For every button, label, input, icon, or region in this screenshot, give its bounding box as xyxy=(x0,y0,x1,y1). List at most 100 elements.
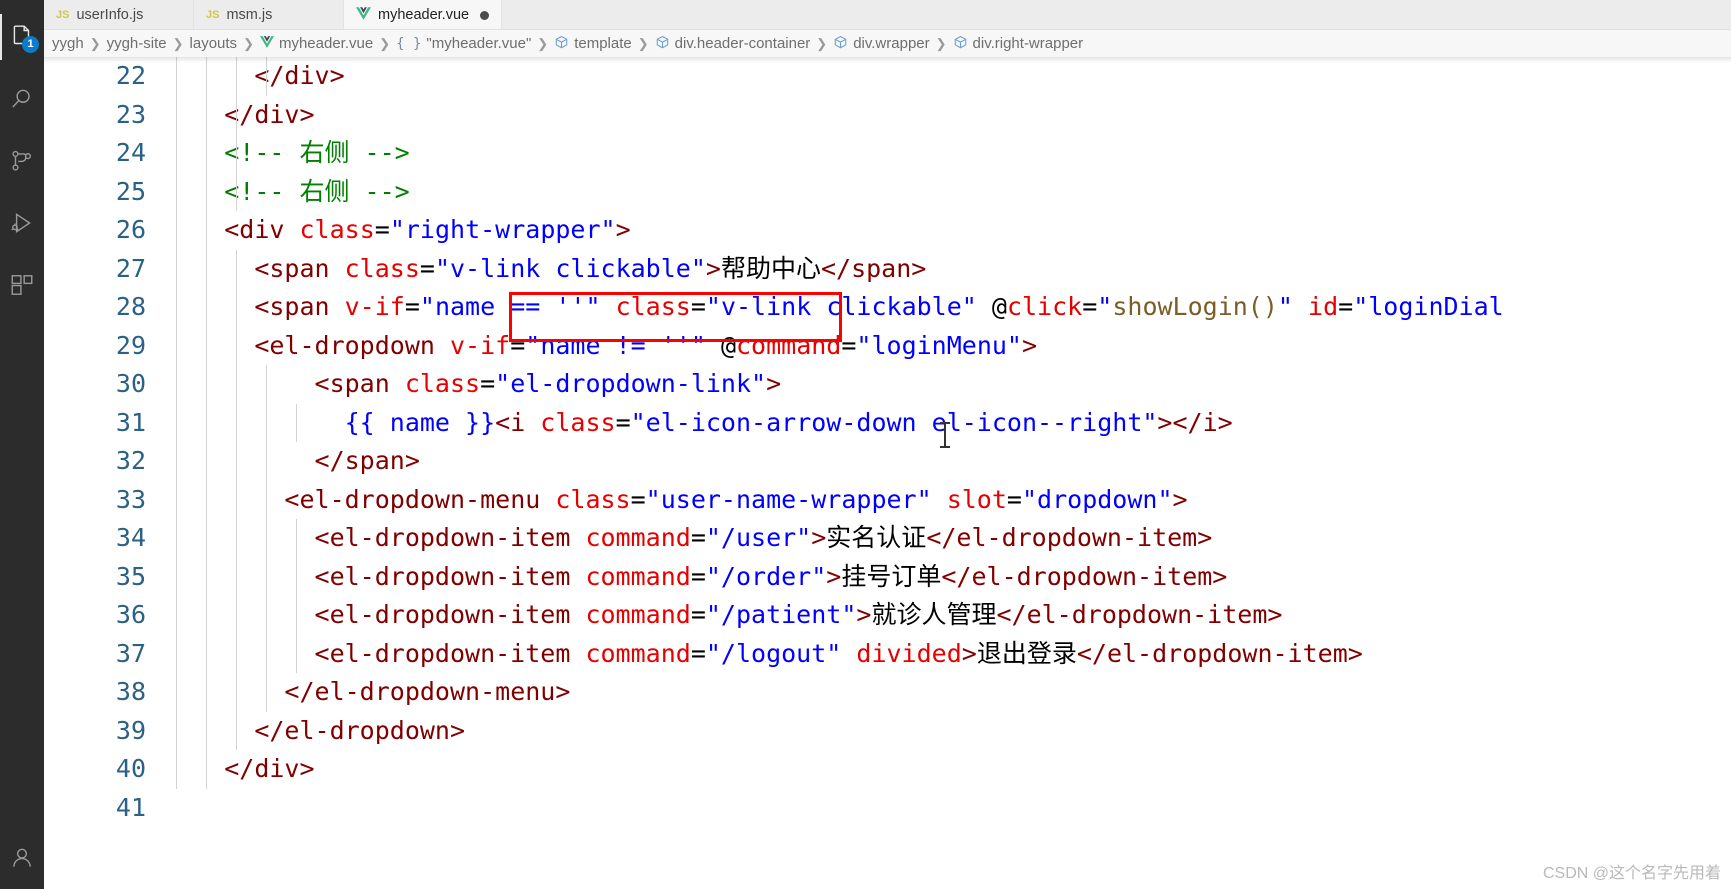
activity-bar-item-accounts[interactable] xyxy=(0,827,44,889)
indent-guide xyxy=(176,326,177,365)
code-token: "user-name-wrapper" xyxy=(645,484,932,514)
breadcrumb-item-div-right-wrapper[interactable]: div.right-wrapper xyxy=(953,35,1083,53)
code-token: v-if xyxy=(329,292,405,321)
code-line[interactable]: 26 <div class="right-wrapper"> xyxy=(44,211,1731,250)
code-token: = xyxy=(374,215,390,244)
indent-guide xyxy=(266,57,268,96)
code-line[interactable]: 36 <el-dropdown-item command="/patient">… xyxy=(44,596,1731,635)
indent-guide xyxy=(266,442,268,481)
code-line-text[interactable]: <el-dropdown v-if="name != ''" @command=… xyxy=(164,326,1731,365)
code-line-text[interactable]: <span v-if="name == ''" class="v-link cl… xyxy=(164,288,1731,327)
indent-guide xyxy=(176,211,177,250)
line-number: 32 xyxy=(115,446,146,475)
activity-bar-item-extensions[interactable] xyxy=(0,254,44,316)
line-number: 40 xyxy=(115,754,146,783)
tab-myheader-vue[interactable]: myheader.vue xyxy=(344,0,503,29)
code-token: <el-dropdown-item xyxy=(314,638,571,668)
line-number: 39 xyxy=(115,715,146,745)
code-lines[interactable]: 22 </div> 23 </div> 24 <!-- 右侧 --> 25 <!-- … xyxy=(44,57,1731,889)
code-line[interactable]: 38 </el-dropdown-menu> xyxy=(44,673,1731,712)
code-token: > xyxy=(615,215,631,244)
code-line[interactable]: 39 </el-dropdown> xyxy=(44,711,1731,750)
code-line[interactable]: 33 <el-dropdown-menu class="user-name-wr… xyxy=(44,480,1731,519)
breadcrumb-label: layouts xyxy=(189,35,238,52)
symbol-icon xyxy=(833,35,848,53)
code-token: </div> xyxy=(224,99,315,129)
code-line-text[interactable]: </el-dropdown-menu> xyxy=(164,673,1731,712)
indent-guide xyxy=(236,403,238,442)
code-line-text[interactable]: <el-dropdown-item command="/logout" divi… xyxy=(164,634,1731,673)
code-line-text[interactable]: </div> xyxy=(164,750,1731,789)
code-line-text[interactable]: </div> xyxy=(164,57,1731,96)
activity-bar-item-source-control[interactable] xyxy=(0,130,44,192)
code-line[interactable]: 34 <el-dropdown-item command="/user">实名认… xyxy=(44,519,1731,558)
tab-userInfo-js[interactable]: JS userInfo.js xyxy=(44,0,194,29)
code-token: divided xyxy=(841,638,962,668)
code-line-text[interactable]: <el-dropdown-item command="/order">挂号订单<… xyxy=(164,557,1731,596)
code-token: > xyxy=(826,561,842,591)
code-token: " xyxy=(1097,292,1113,321)
indent-guide xyxy=(176,95,177,134)
breadcrumb-item-yygh[interactable]: yygh xyxy=(52,35,84,52)
code-line-text[interactable]: <span class="v-link clickable">帮助中心</spa… xyxy=(164,249,1731,288)
code-token: <el-dropdown xyxy=(254,330,435,360)
indent-guide xyxy=(236,172,238,211)
code-line[interactable]: 27 <span class="v-link clickable">帮助中心</… xyxy=(44,249,1731,288)
activity-bar-item-run-and-debug[interactable] xyxy=(0,192,44,254)
code-editor[interactable]: 22 </div> 23 </div> 24 <!-- 右侧 --> 25 <!-- … xyxy=(44,57,1731,889)
line-number: 41 xyxy=(115,792,146,822)
code-line[interactable]: 30 <span class="el-dropdown-link"> xyxy=(44,365,1731,404)
indent-guide xyxy=(236,634,238,673)
activity-bar-item-explorer[interactable]: 1 xyxy=(0,6,44,68)
activity-bar-item-search[interactable] xyxy=(0,68,44,130)
tab-msm-js[interactable]: JS msm.js xyxy=(194,0,344,29)
line-number: 29 xyxy=(115,330,146,360)
code-line-text[interactable]: </div> xyxy=(164,95,1731,134)
code-line-text[interactable]: <!-- 右侧 --> xyxy=(164,134,1731,173)
code-line[interactable]: 31 {{ name }}<i class="el-icon-arrow-dow… xyxy=(44,403,1731,442)
indent-guide xyxy=(206,288,208,327)
code-line[interactable]: 35 <el-dropdown-item command="/order">挂号… xyxy=(44,557,1731,596)
indent-guide xyxy=(236,95,238,134)
code-line-text[interactable]: <div class="right-wrapper"> xyxy=(164,211,1731,250)
code-line-text[interactable]: <span class="el-dropdown-link"> xyxy=(164,365,1731,404)
code-line[interactable]: 28 <span v-if="name == ''" class="v-link… xyxy=(44,288,1731,327)
chevron-right-icon: ❯ xyxy=(89,35,101,51)
code-token: = xyxy=(690,638,706,668)
code-line[interactable]: 25 <!-- 右侧 --> xyxy=(44,172,1731,211)
code-line[interactable]: 23 </div> xyxy=(44,95,1731,134)
code-line[interactable]: 41 xyxy=(44,789,1731,828)
indent-guide xyxy=(176,750,177,789)
code-line-text[interactable]: </el-dropdown> xyxy=(164,711,1731,750)
code-token: "v-link clickable" xyxy=(705,292,977,321)
indent-guide xyxy=(176,442,177,481)
code-line[interactable]: 37 <el-dropdown-item command="/logout" d… xyxy=(44,634,1731,673)
tab-bar: JS userInfo.js JS msm.js myheader.vue xyxy=(44,0,1731,30)
breadcrumb-item-myheader-symbol[interactable]: { } "myheader.vue" xyxy=(396,35,531,52)
breadcrumb-item-template[interactable]: template xyxy=(554,35,632,53)
code-line[interactable]: 22 </div> xyxy=(44,57,1731,96)
tab-dirty-indicator[interactable] xyxy=(480,10,490,20)
code-token: v-if xyxy=(434,330,511,360)
code-line[interactable]: 40 </div> xyxy=(44,750,1731,789)
breadcrumb-item-div-wrapper[interactable]: div.wrapper xyxy=(833,35,930,53)
indent-guide xyxy=(176,634,177,673)
code-token: slot xyxy=(931,484,1007,514)
breadcrumb-item-layouts[interactable]: layouts xyxy=(190,35,238,52)
code-token: class xyxy=(389,369,481,398)
code-line-text[interactable]: <el-dropdown-menu class="user-name-wrapp… xyxy=(164,480,1731,519)
breadcrumb-item-div-header-container[interactable]: div.header-container xyxy=(655,35,810,53)
code-line-text[interactable]: <!-- 右侧 --> xyxy=(164,172,1731,211)
code-line[interactable]: 32 </span> xyxy=(44,442,1731,481)
code-line-text[interactable]: <el-dropdown-item command="/user">实名认证</… xyxy=(164,519,1731,558)
code-line[interactable]: 24 <!-- 右侧 --> xyxy=(44,134,1731,173)
indent-guide xyxy=(266,557,268,596)
code-line-text[interactable]: <el-dropdown-item command="/patient">就诊人… xyxy=(164,596,1731,635)
breadcrumb-item-myheader-vue[interactable]: myheader.vue xyxy=(259,35,373,52)
breadcrumb-item-yygh-site[interactable]: yygh-site xyxy=(107,35,167,52)
code-token: class xyxy=(600,292,691,321)
code-line[interactable]: 29 <el-dropdown v-if="name != ''" @comma… xyxy=(44,326,1731,365)
